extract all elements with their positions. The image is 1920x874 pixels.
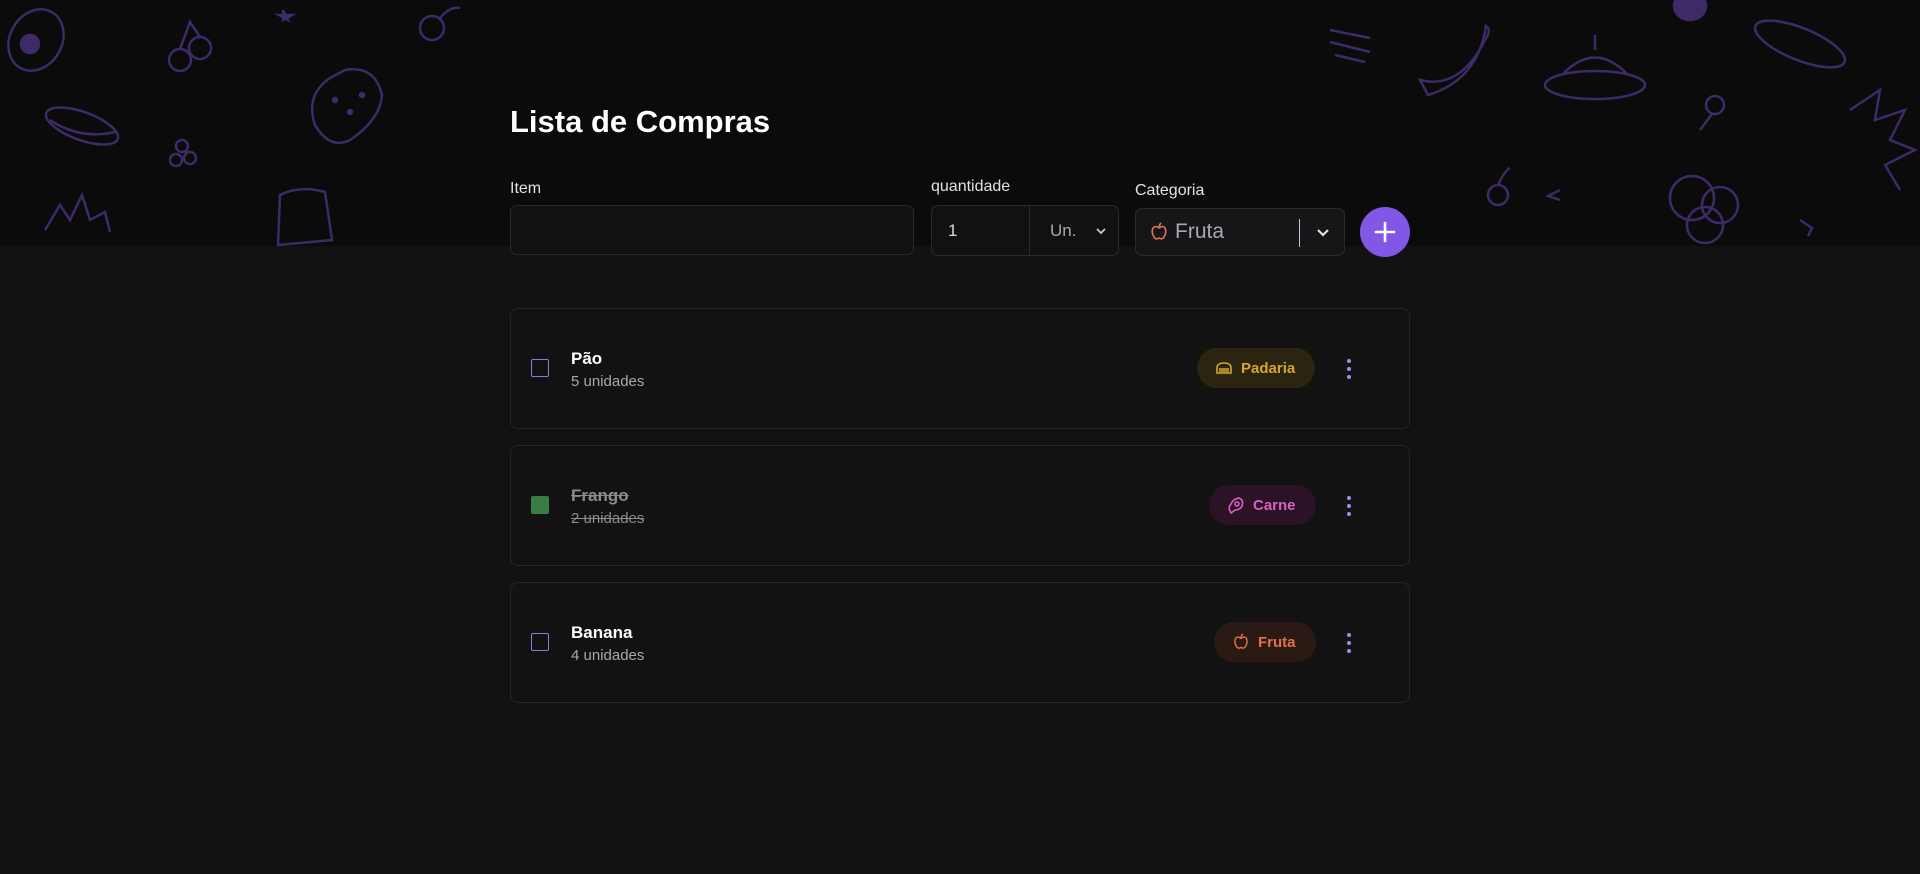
more-options-button[interactable] (1343, 357, 1355, 381)
item-checkbox[interactable] (531, 496, 549, 514)
more-options-button[interactable] (1343, 631, 1355, 655)
page-title: Lista de Compras (510, 104, 771, 139)
category-badge: Carne (1209, 485, 1316, 525)
category-badge: Fruta (1214, 622, 1316, 662)
item-checkbox[interactable] (531, 633, 549, 651)
select-divider (1299, 219, 1300, 247)
item-input[interactable] (510, 205, 914, 255)
item-quantity: 2 unidades (571, 510, 645, 527)
unit-select-value: Un. (1050, 220, 1077, 240)
item-label: Item (510, 180, 542, 197)
chevron-down-icon[interactable] (1314, 223, 1332, 241)
category-badge-label: Fruta (1258, 633, 1296, 651)
apple-icon (1232, 633, 1250, 651)
chevron-down-icon (1096, 227, 1106, 234)
category-label: Categoria (1135, 182, 1205, 199)
item-name: Frango (571, 486, 629, 505)
unit-select[interactable]: Un. (1030, 206, 1118, 255)
item-name: Pão (571, 349, 603, 368)
add-item-button[interactable] (1360, 207, 1410, 257)
meat-icon (1227, 496, 1245, 514)
quantity-group: 1 Un. (931, 205, 1119, 256)
quantity-label: quantidade (931, 178, 1011, 195)
category-select-value: Fruta (1175, 220, 1225, 243)
list-item: Pão 5 unidades Padaria (510, 308, 1410, 429)
plus-icon (1374, 221, 1396, 243)
bread-icon (1215, 359, 1233, 377)
quantity-input[interactable]: 1 (932, 206, 1030, 255)
category-select[interactable]: Fruta (1135, 208, 1345, 256)
category-badge-label: Carne (1253, 496, 1296, 514)
item-quantity: 5 unidades (571, 373, 645, 390)
list-item: Frango 2 unidades Carne (510, 445, 1410, 566)
item-quantity: 4 unidades (571, 647, 645, 664)
category-badge-label: Padaria (1241, 359, 1296, 377)
list-item: Banana 4 unidades Fruta (510, 582, 1410, 703)
item-name: Banana (571, 623, 633, 642)
item-checkbox[interactable] (531, 359, 549, 377)
category-badge: Padaria (1197, 348, 1316, 388)
apple-icon (1149, 222, 1169, 242)
more-options-button[interactable] (1343, 494, 1355, 518)
